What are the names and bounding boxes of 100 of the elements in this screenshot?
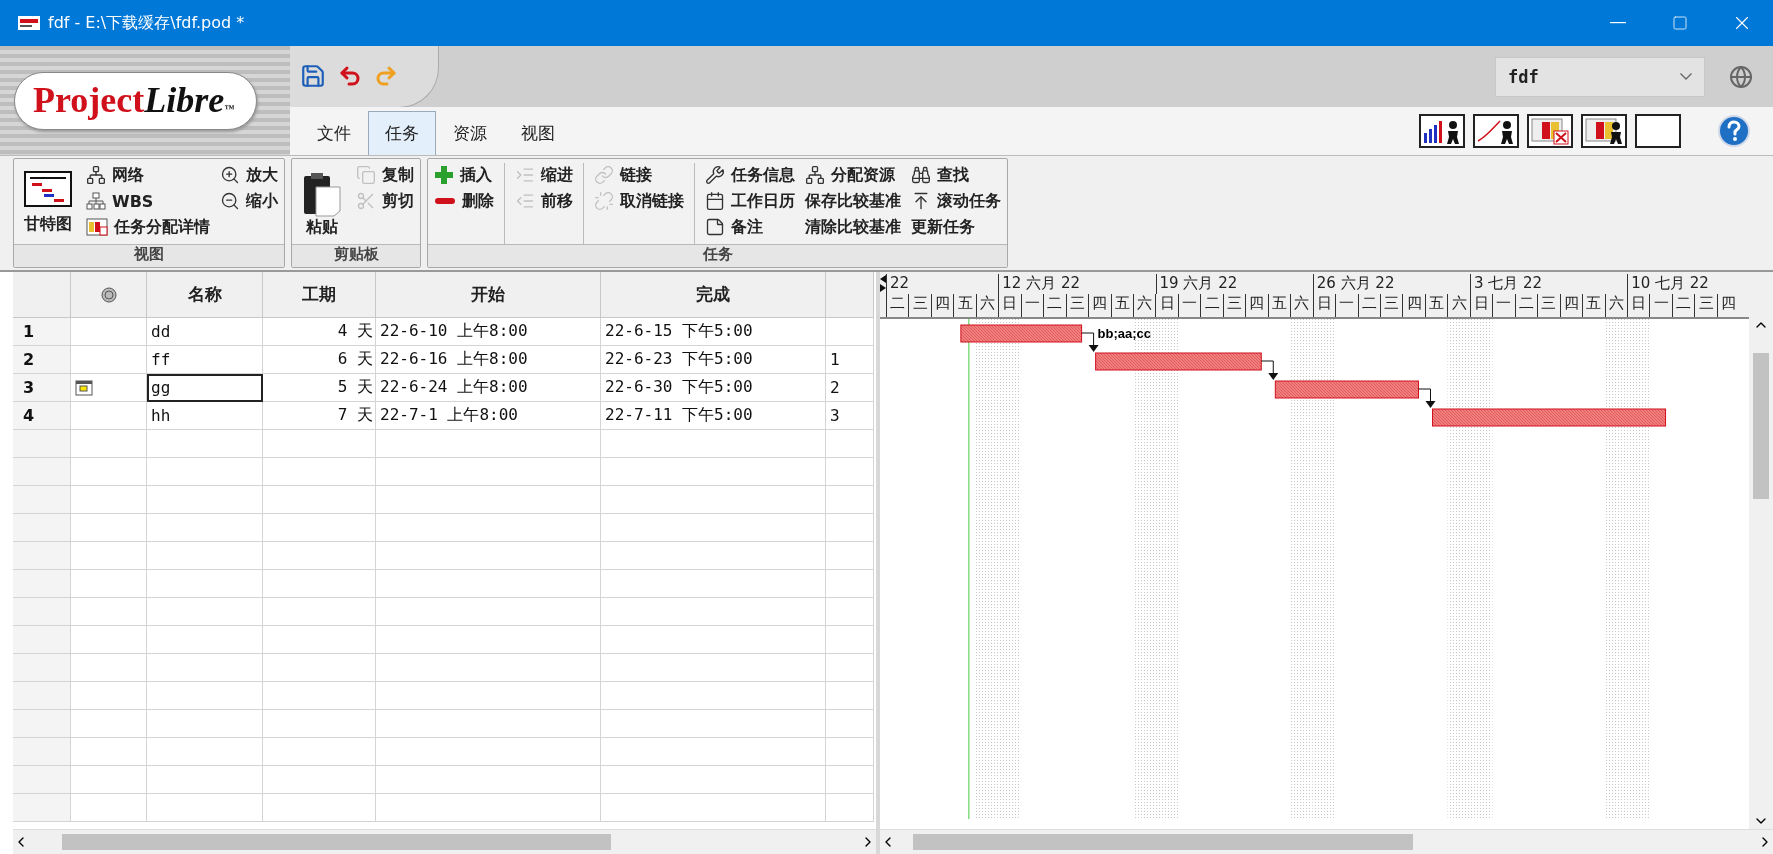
day-label: 一 — [1020, 294, 1044, 317]
table-cell: 3 — [826, 402, 874, 430]
blank-view-button[interactable] — [1635, 114, 1681, 148]
ribbon-button[interactable]: 分配资源 — [805, 163, 901, 187]
maximize-icon — [1672, 15, 1688, 31]
minus-icon — [434, 196, 456, 206]
day-label: 二 — [1671, 294, 1695, 317]
logo: ProjectLibre™ — [14, 71, 258, 130]
resource-histogram-button[interactable] — [1419, 114, 1465, 148]
ribbon-button[interactable]: 删除 — [434, 189, 494, 213]
table-icon — [86, 218, 108, 236]
day-label: 一 — [1649, 294, 1672, 317]
project-dropdown[interactable]: fdf — [1495, 56, 1705, 97]
group-label: 任务 — [428, 244, 1007, 267]
table-cell — [826, 794, 874, 822]
resource-chart-button[interactable] — [1473, 114, 1519, 148]
ribbon-button[interactable]: 缩小 — [220, 189, 278, 213]
ribbon-tab[interactable]: 文件 — [300, 111, 368, 155]
row-number-cell — [13, 458, 71, 486]
day-label: 日 — [1626, 294, 1650, 317]
row-number-cell — [13, 710, 71, 738]
save-icon[interactable] — [300, 63, 326, 89]
table-cell — [826, 626, 874, 654]
day-label: 日 — [1312, 294, 1336, 317]
ribbon-tab[interactable]: 资源 — [436, 111, 504, 155]
ribbon-button[interactable]: 放大 — [220, 163, 278, 187]
network-icon — [86, 165, 106, 185]
day-label: 二 — [886, 294, 909, 317]
day-label: 二 — [1200, 294, 1223, 317]
resource-sheet-button[interactable] — [1581, 114, 1627, 148]
ribbon-button[interactable]: 查找 — [911, 163, 1001, 187]
ribbon-button[interactable]: 任务分配详情 — [86, 215, 210, 239]
ribbon-button[interactable]: WBS — [86, 189, 210, 213]
table-cell[interactable]: hh — [147, 402, 263, 430]
scrollbar-thumb[interactable] — [1753, 353, 1769, 499]
row-number: 4 — [13, 402, 71, 430]
day-label: 四 — [1716, 294, 1740, 317]
column-header[interactable]: 完成 — [601, 272, 826, 318]
scrollbar-thumb[interactable] — [62, 834, 611, 850]
horizontal-scrollbar[interactable] — [880, 829, 1773, 854]
scrollbar-thumb[interactable] — [913, 834, 1413, 850]
close-sheet-button[interactable] — [1527, 114, 1573, 148]
table-cell: 4 天 — [263, 318, 376, 346]
column-header[interactable]: 工期 — [263, 272, 376, 318]
table-cell: 1 — [826, 346, 874, 374]
table-cell — [826, 654, 874, 682]
ribbon-button[interactable]: 保存比较基准 — [805, 189, 901, 213]
ribbon-button[interactable]: 粘贴 — [298, 163, 346, 239]
row-number-cell — [13, 626, 71, 654]
table-cell — [826, 710, 874, 738]
table-cell: 22-6-30 下午5:00 — [601, 374, 826, 402]
ribbon-button[interactable]: 工作日历 — [705, 189, 795, 213]
ribbon-button[interactable]: 更新任务 — [911, 215, 1001, 239]
ribbon-button[interactable]: 插入 — [434, 163, 494, 187]
table-cell — [826, 682, 874, 710]
table-cell: 6 天 — [263, 346, 376, 374]
day-label: 三 — [1065, 294, 1089, 317]
row-number: 1 — [13, 318, 71, 346]
row-number-cell — [13, 654, 71, 682]
day-label: 六 — [975, 294, 999, 317]
table-cell: 22-6-15 下午5:00 — [601, 318, 826, 346]
day-label: 六 — [1604, 294, 1627, 317]
copy-icon — [356, 165, 376, 185]
table-cell[interactable]: dd — [147, 318, 263, 346]
ribbon-button[interactable]: 备注 — [705, 215, 795, 239]
help-icon[interactable] — [1717, 114, 1751, 148]
day-label: 四 — [1245, 294, 1268, 317]
table-cell — [826, 514, 874, 542]
indicator-icon — [100, 286, 117, 303]
day-label: 三 — [1537, 294, 1560, 317]
row-number-cell — [13, 794, 71, 822]
vertical-scrollbar[interactable] — [1749, 272, 1773, 829]
ribbon-button[interactable]: 网络 — [86, 163, 210, 187]
minimize-icon — [1610, 22, 1626, 24]
table-cell — [826, 738, 874, 766]
table-cell: 22-7-11 下午5:00 — [601, 402, 826, 430]
day-label: 三 — [908, 294, 931, 317]
globe-icon[interactable] — [1729, 64, 1753, 89]
row-number-cell — [13, 570, 71, 598]
ribbon-tab[interactable]: 视图 — [504, 111, 572, 155]
binoculars-icon — [911, 165, 931, 185]
ribbon-tab[interactable]: 任务 — [368, 111, 436, 155]
table-cell[interactable]: ff — [147, 346, 263, 374]
column-header[interactable]: 开始 — [376, 272, 601, 318]
row-number-cell — [13, 738, 71, 766]
table-cell — [826, 766, 874, 794]
undo-icon[interactable] — [338, 64, 362, 88]
ribbon-button[interactable]: 清除比较基准 — [805, 215, 901, 239]
ribbon-button[interactable]: 任务信息 — [705, 163, 795, 187]
day-label: 一 — [1335, 294, 1358, 317]
ribbon-button[interactable]: 甘特图 — [20, 163, 76, 239]
horizontal-scrollbar[interactable] — [13, 829, 876, 854]
ribbon-button[interactable]: 滚动任务 — [911, 189, 1001, 213]
dependency-arrow — [1260, 360, 1279, 380]
scroll-arrows-icon[interactable] — [880, 274, 886, 292]
column-header[interactable]: 名称 — [147, 272, 263, 318]
table-cell: 22-6-23 下午5:00 — [601, 346, 826, 374]
chevron-down-icon — [1680, 73, 1692, 80]
day-label: 四 — [1088, 294, 1111, 317]
table-cell[interactable]: gg — [147, 374, 263, 402]
